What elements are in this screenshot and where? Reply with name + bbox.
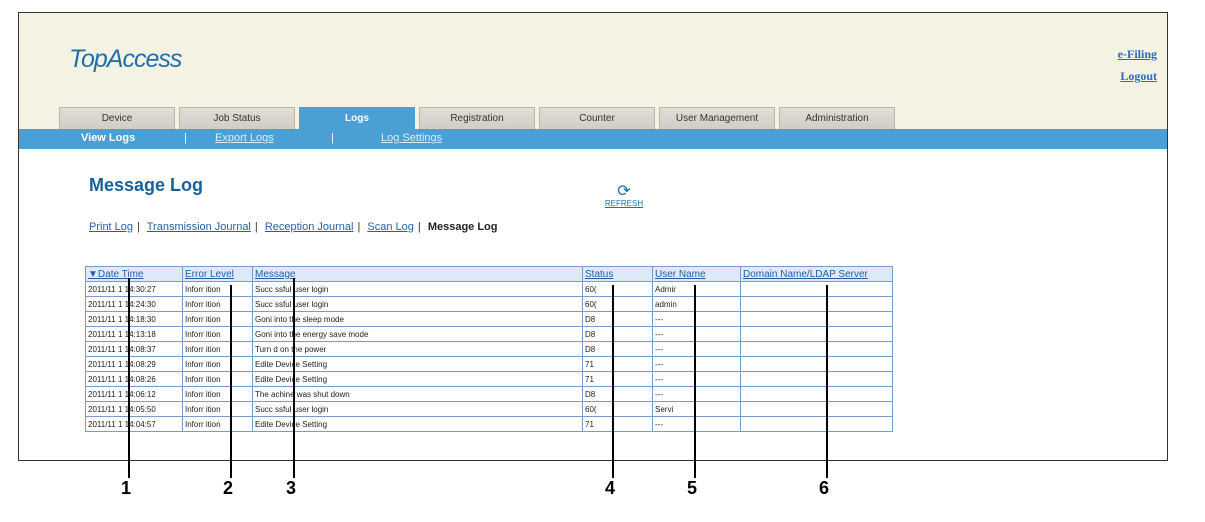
- callout-number-4: 4: [605, 478, 616, 498]
- column-header-user-name[interactable]: User Name: [652, 266, 741, 282]
- reception-journal-link[interactable]: Reception Journal: [265, 221, 354, 233]
- table-row: 2011/11 1 14:08:37 Inforr ition Turn d on …: [85, 341, 893, 357]
- sub-navigation: View Logs | Export Logs | Log Settings: [19, 129, 1167, 149]
- tab-device[interactable]: Device: [59, 107, 175, 129]
- log-type-links: Print Log | Transmission Journal | Recepti…: [89, 221, 498, 233]
- view-logs-link[interactable]: View Logs: [81, 132, 135, 144]
- sort-descending-icon: ▼: [88, 268, 98, 280]
- callout-line: [128, 278, 130, 478]
- tab-user-management[interactable]: User Management: [659, 107, 775, 129]
- table-row: 2011/11 1 14:08:26 Inforr ition Edite Devi…: [85, 371, 893, 387]
- log-settings-link[interactable]: Log Settings: [381, 132, 442, 144]
- table-row: 2011/11 1 14:30:27 Inforr ition Succ ssful…: [85, 281, 893, 297]
- table-row: 2011/11 1 14:18:30 Inforr ition Goni into …: [85, 311, 893, 327]
- message-log-table: ▼Date Time Error Level Message Status Us…: [85, 266, 893, 432]
- column-header-date-time[interactable]: ▼Date Time: [85, 266, 183, 282]
- header: TopAccess e-Filing Logout Device Job Sta…: [19, 13, 1167, 129]
- column-header-domain-name[interactable]: Domain Name/LDAP Server: [740, 266, 893, 282]
- callout-number-1: 1: [121, 478, 132, 498]
- topaccess-logo: TopAccess: [69, 45, 182, 73]
- callout-number-3: 3: [286, 478, 297, 498]
- tab-registration[interactable]: Registration: [419, 107, 535, 129]
- table-row: 2011/11 1 14:08:29 Inforr ition Edite Devi…: [85, 356, 893, 372]
- tab-administration[interactable]: Administration: [779, 107, 895, 129]
- message-log-current: Message Log: [427, 221, 498, 233]
- screenshot-frame: TopAccess e-Filing Logout Device Job Sta…: [18, 12, 1168, 461]
- page-title: Message Log: [89, 175, 204, 195]
- table-row: 2011/11 1 14:06:12 Inforr ition The achine…: [85, 386, 893, 402]
- tab-logs[interactable]: Logs: [299, 107, 415, 129]
- callout-number-6: 6: [819, 478, 830, 498]
- tab-job-status[interactable]: Job Status: [179, 107, 295, 129]
- callout-line: [612, 285, 614, 478]
- subnav-separator: |: [331, 132, 334, 144]
- logout-link[interactable]: Logout: [1118, 69, 1157, 84]
- refresh-label: REFRESH: [604, 199, 644, 208]
- subnav-separator: |: [184, 132, 187, 144]
- refresh-button[interactable]: ⟳ REFRESH: [604, 183, 644, 209]
- table-header-row: ▼Date Time Error Level Message Status Us…: [85, 266, 893, 282]
- callout-line: [230, 285, 232, 478]
- table-row: 2011/11 1 14:24:30 Inforr ition Succ ssful…: [85, 296, 893, 312]
- callout-line: [694, 285, 696, 478]
- print-log-link[interactable]: Print Log: [89, 221, 133, 233]
- e-filing-link[interactable]: e-Filing: [1118, 47, 1157, 62]
- table-row: 2011/11 1 14:05:50 Inforr ition Succ ssful…: [85, 401, 893, 417]
- tab-counter[interactable]: Counter: [539, 107, 655, 129]
- column-header-error-level[interactable]: Error Level: [182, 266, 253, 282]
- main-tabs: Device Job Status Logs Registration Coun…: [59, 107, 899, 129]
- transmission-journal-link[interactable]: Transmission Journal: [147, 221, 251, 233]
- export-logs-link[interactable]: Export Logs: [215, 132, 274, 144]
- table-row: 2011/11 1 14:04:57 Inforr ition Edite Devi…: [85, 416, 893, 432]
- column-header-status[interactable]: Status: [582, 266, 653, 282]
- callout-line: [826, 285, 828, 478]
- top-links: e-Filing Logout: [1118, 47, 1157, 91]
- table-row: 2011/11 1 14:13:18 Inforr ition Goni into …: [85, 326, 893, 342]
- callout-number-5: 5: [687, 478, 698, 498]
- callout-line: [293, 278, 295, 478]
- callout-number-2: 2: [223, 478, 234, 498]
- refresh-icon: ⟳: [617, 183, 631, 200]
- column-header-message[interactable]: Message: [252, 266, 583, 282]
- scan-log-link[interactable]: Scan Log: [367, 221, 413, 233]
